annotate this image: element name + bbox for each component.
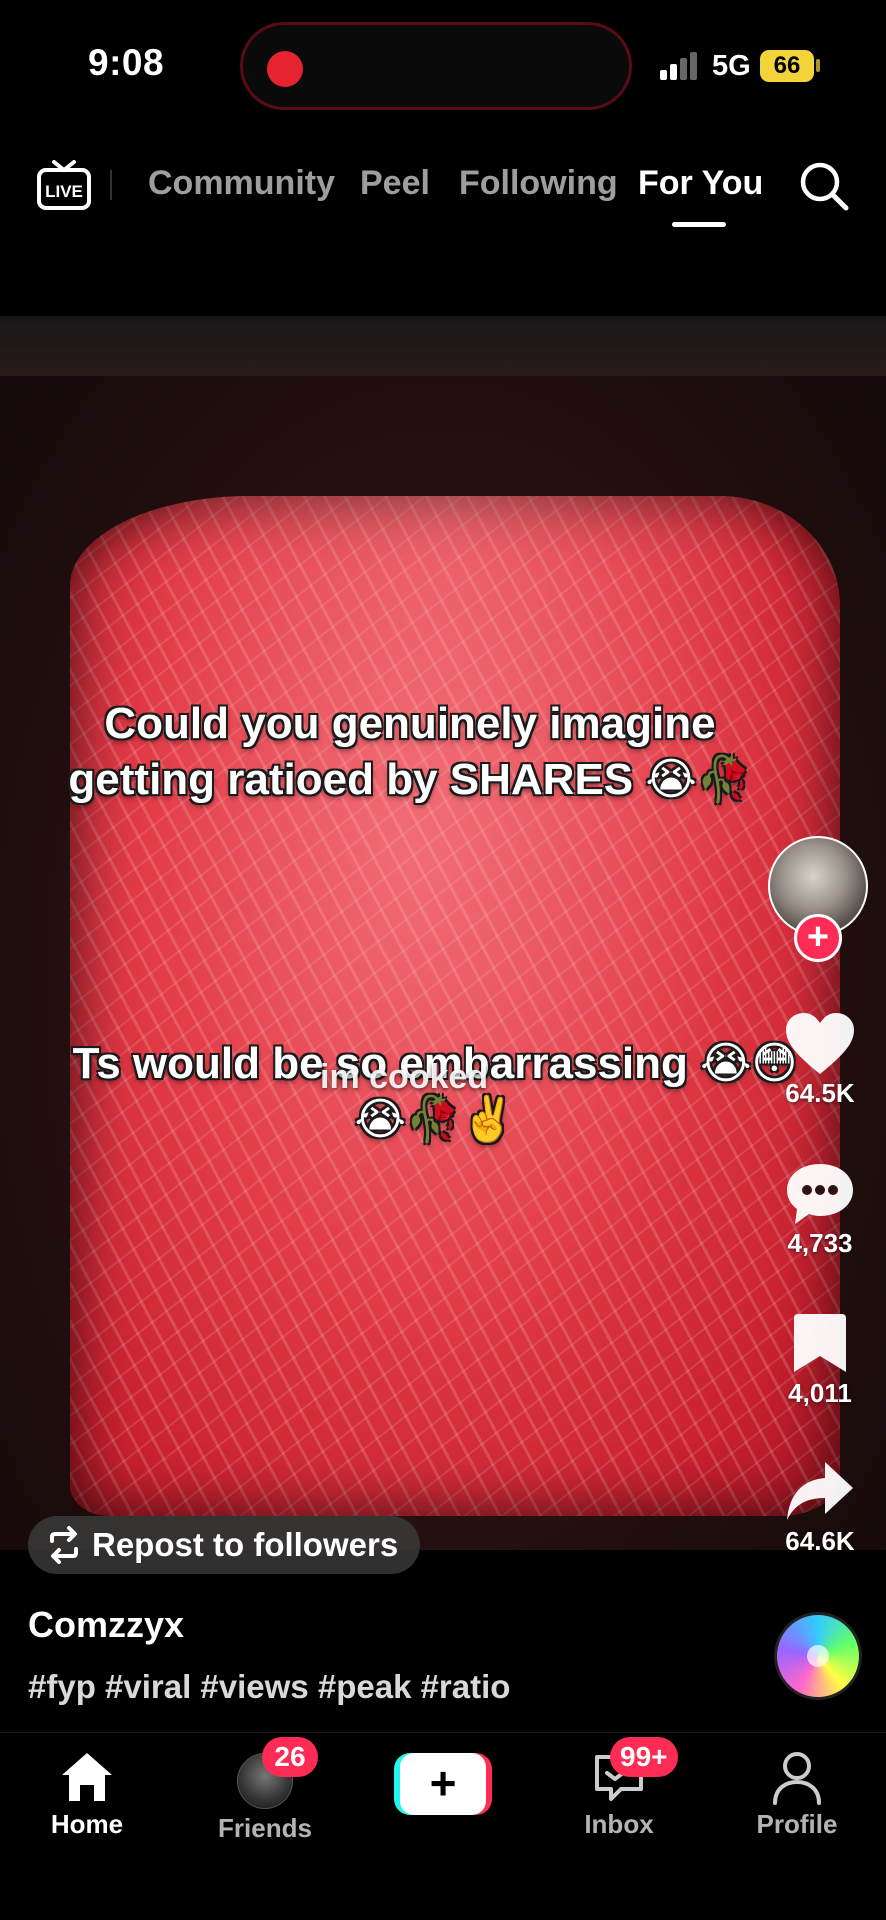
repost-icon: [50, 1526, 78, 1564]
video-frame-image: [70, 496, 840, 1516]
sound-disc-icon[interactable]: [774, 1612, 862, 1700]
cellular-signal-icon: [660, 52, 700, 80]
save-count: 4,011: [788, 1378, 852, 1408]
comment-button[interactable]: 4,733: [770, 1162, 870, 1259]
network-type: 5G: [712, 50, 751, 82]
share-button[interactable]: 64.6K: [770, 1460, 870, 1557]
creator-avatar-group[interactable]: +: [768, 836, 868, 962]
search-icon[interactable]: [798, 160, 850, 212]
active-tab-indicator: [672, 222, 726, 227]
video-overlay-text: im cooked: [320, 1058, 489, 1096]
recording-indicator-icon: [267, 51, 303, 87]
share-arrow-icon: [787, 1462, 853, 1520]
video-player[interactable]: Could you genuinely imagine getting rati…: [0, 316, 886, 1550]
nav-home[interactable]: Home: [12, 1749, 162, 1840]
like-count: 64.5K: [785, 1078, 855, 1108]
video-caption-top: Could you genuinely imagine getting rati…: [68, 699, 752, 804]
inbox-badge: 99+: [610, 1737, 678, 1777]
post-hashtags[interactable]: #fyp #viral #views #peak #ratio: [28, 1668, 510, 1706]
repost-label: Repost to followers: [92, 1526, 399, 1563]
comment-count: 4,733: [787, 1228, 853, 1258]
tab-following[interactable]: Following: [459, 164, 618, 203]
nav-home-label: Home: [50, 1809, 124, 1839]
share-count: 64.6K: [785, 1526, 855, 1556]
tab-peel[interactable]: Peel: [360, 164, 430, 203]
nav-friends-label: Friends: [218, 1813, 312, 1843]
top-nav: LIVE Community Peel Following For You: [0, 140, 886, 240]
profile-icon: [773, 1752, 821, 1805]
status-bar: 9:08 5G 66: [0, 0, 886, 130]
follow-button[interactable]: +: [794, 914, 842, 962]
nav-divider: [110, 170, 112, 200]
tab-for-you[interactable]: For You: [638, 164, 763, 203]
nav-inbox-label: Inbox: [584, 1809, 654, 1839]
comment-icon: [787, 1164, 853, 1224]
plus-icon: +: [400, 1753, 486, 1815]
dynamic-island[interactable]: [240, 22, 632, 110]
post-username[interactable]: Comzzyx: [28, 1604, 184, 1646]
repost-button[interactable]: Repost to followers: [28, 1516, 421, 1574]
status-time: 9:08: [88, 42, 165, 83]
like-button[interactable]: 64.5K: [770, 1012, 870, 1109]
create-button[interactable]: +: [394, 1753, 492, 1815]
home-icon: [62, 1753, 112, 1801]
live-label: LIVE: [45, 182, 83, 201]
video-top-edge: [0, 316, 886, 376]
nav-profile-label: Profile: [756, 1809, 838, 1839]
friends-badge: 26: [262, 1737, 318, 1777]
save-button[interactable]: 4,011: [770, 1312, 870, 1409]
battery-icon: [816, 59, 820, 72]
tab-community[interactable]: Community: [148, 164, 335, 203]
nav-profile[interactable]: Profile: [722, 1749, 872, 1840]
bookmark-icon: [794, 1314, 846, 1372]
bottom-nav: Home Friends 26 + Inbox 99+ Profile: [0, 1732, 886, 1920]
live-tv-icon[interactable]: LIVE: [36, 158, 92, 214]
heart-icon: [786, 1013, 854, 1074]
battery-level: 66: [760, 50, 814, 82]
